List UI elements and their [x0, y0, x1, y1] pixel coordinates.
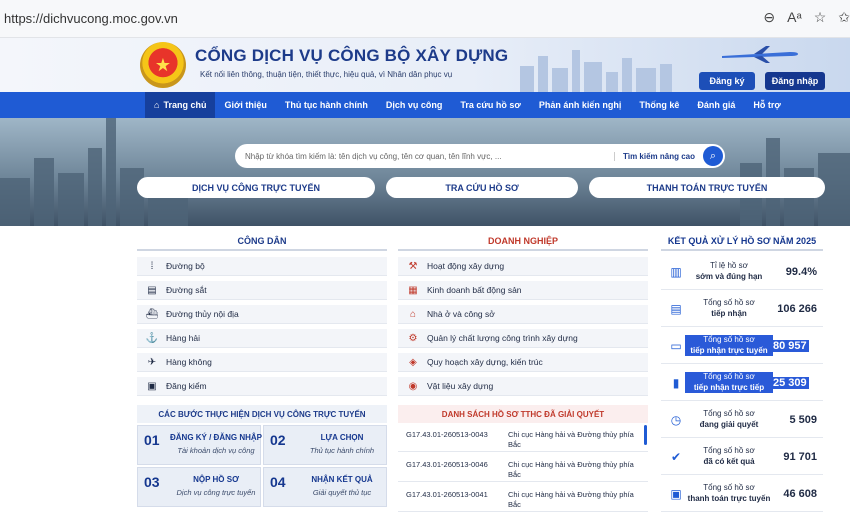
steps-heading: CÁC BƯỚC THỰC HIỆN DỊCH VỤ CÔNG TRỰC TUY…: [137, 405, 387, 423]
stat-completed: ✔ Tổng số hồ sơ đã có kết quả 91 701: [661, 439, 823, 475]
materials-icon: ◉: [408, 380, 418, 392]
nav-item-lookup[interactable]: Tra cứu hồ sơ: [451, 92, 529, 118]
url-text[interactable]: https://dichvucong.moc.gov.vn: [0, 11, 178, 26]
nav-item-support[interactable]: Hỗ trợ: [744, 92, 789, 118]
site-header: ★ CỔNG DỊCH VỤ CÔNG BỘ XÂY DỰNG Kết nối …: [0, 38, 850, 92]
home-icon: ⌂: [154, 100, 160, 110]
citizen-item-road[interactable]: ⁞ Đường bộ: [137, 257, 387, 276]
favorites-bar-icon[interactable]: ✩: [838, 9, 850, 26]
business-item-materials[interactable]: ◉ Vật liệu xây dựng: [398, 377, 648, 396]
direct-icon: ▮: [672, 375, 680, 390]
train-icon: ▤: [147, 284, 157, 296]
clock-icon: ◷: [670, 412, 682, 427]
read-aloud-icon[interactable]: Aᵃ: [787, 9, 802, 26]
business-item-construction[interactable]: ⚒ Hoạt động xây dựng: [398, 257, 648, 276]
business-item-planning[interactable]: ◈ Quy hoạch xây dựng, kiến trúc: [398, 353, 648, 372]
resolved-row[interactable]: G17.43.01-260513-0041 Chi cục Hàng hải và…: [398, 485, 648, 512]
business-item-housing[interactable]: ⌂ Nhà ở và công sở: [398, 305, 648, 324]
citizen-item-maritime[interactable]: ⚓ Hàng hải: [137, 329, 387, 348]
payment-icon: ▣: [670, 486, 682, 501]
crane-icon: ⚒: [408, 260, 418, 272]
citizen-item-inspection[interactable]: ▣ Đăng kiểm: [137, 377, 387, 396]
city-background: [0, 118, 850, 226]
resolved-heading: DANH SÁCH HỒ SƠ TTHC ĐÃ GIẢI QUYẾT: [398, 405, 648, 423]
stat-received: ▤ Tổng số hồ sơ tiếp nhận 106 266: [661, 291, 823, 327]
step-submit[interactable]: 03 NỘP HỒ SƠ Dịch vụ công trực tuyến: [137, 467, 261, 507]
building-icon: ▦: [408, 284, 418, 296]
browser-url-bar[interactable]: https://dichvucong.moc.gov.vn ⊖ Aᵃ ☆ ✩: [0, 0, 850, 38]
stat-received-online: ▭ Tổng số hồ sơ tiếp nhận trực tuyến 80 957: [661, 328, 823, 364]
main-nav: ⌂ Trang chủ Giới thiệu Thủ tục hành chính…: [0, 92, 850, 118]
hammer-icon: ⚙: [408, 332, 418, 344]
online-services-button[interactable]: DỊCH VỤ CÔNG TRỰC TUYẾN: [137, 177, 375, 198]
online-icon: ▭: [670, 338, 682, 353]
advanced-search-link[interactable]: Tìm kiếm nâng cao: [613, 151, 703, 161]
bar-chart-icon: ▥: [670, 264, 682, 279]
stat-on-time-rate: ▥ Tỉ lệ hồ sơ sớm và đúng hạn 99.4%: [661, 254, 823, 290]
online-payment-button[interactable]: THANH TOÁN TRỰC TUYẾN: [589, 177, 825, 198]
national-emblem-icon: ★: [140, 42, 186, 88]
nav-item-home[interactable]: ⌂ Trang chủ: [145, 92, 216, 118]
business-heading: DOANH NGHIỆP: [398, 233, 648, 251]
nav-item-procedures[interactable]: Thủ tục hành chính: [276, 92, 377, 118]
clipboard-icon: ▣: [147, 380, 157, 392]
resolved-row[interactable]: G17.43.01-260513-0043 Chi cục Hàng hải và…: [398, 425, 648, 452]
lookup-records-button[interactable]: TRA CỨU HỒ SƠ: [386, 177, 578, 198]
nav-item-statistics[interactable]: Thống kê: [630, 92, 688, 118]
road-icon: ⁞: [150, 260, 154, 272]
step-receive[interactable]: 04 NHẬN KẾT QUẢ Giải quyết thủ tục: [263, 467, 387, 507]
check-icon: ✔: [670, 449, 682, 464]
citizen-item-aviation[interactable]: ✈ Hàng không: [137, 353, 387, 372]
plane-icon: ✈: [147, 356, 157, 368]
search-bar: Nhập từ khóa tìm kiếm là: tên dịch vụ cô…: [235, 144, 725, 168]
airplane-icon: [722, 46, 798, 63]
anchor-icon: ⚓: [145, 332, 159, 344]
site-subtitle: Kết nối liên thông, thuận tiện, thiết th…: [200, 70, 453, 79]
document-icon: ▤: [670, 301, 682, 316]
site-title: CỔNG DỊCH VỤ CÔNG BỘ XÂY DỰNG: [195, 46, 509, 65]
stat-processing: ◷ Tổng số hồ sơ đang giải quyết 5 509: [661, 402, 823, 438]
boat-icon: ⛴: [145, 308, 159, 320]
search-input[interactable]: Nhập từ khóa tìm kiếm là: tên dịch vụ cô…: [235, 152, 614, 161]
browser-tools: ⊖ Aᵃ ☆ ✩: [763, 9, 850, 26]
citizen-heading: CÔNG DÂN: [137, 233, 387, 251]
stat-received-direct: ▮ Tổng số hồ sơ tiếp nhận trực tiếp 25 309: [661, 365, 823, 401]
favorite-icon[interactable]: ☆: [814, 9, 827, 26]
step-select[interactable]: 02 LỰA CHỌN Thủ tục hành chính: [263, 425, 387, 465]
business-item-quality[interactable]: ⚙ Quản lý chất lượng công trình xây dựng: [398, 329, 648, 348]
zoom-icon[interactable]: ⊖: [763, 9, 775, 26]
blueprint-icon: ◈: [409, 356, 417, 368]
citizen-item-rail[interactable]: ▤ Đường sắt: [137, 281, 387, 300]
register-button[interactable]: Đăng ký: [699, 72, 755, 90]
search-icon[interactable]: ⌕: [703, 146, 723, 166]
step-register[interactable]: 01 ĐĂNG KÝ / ĐĂNG NHẬP Tài khoản dịch vụ c…: [137, 425, 262, 465]
nav-item-feedback[interactable]: Phản ánh kiến nghị: [530, 92, 631, 118]
nav-item-public-services[interactable]: Dịch vụ công: [377, 92, 452, 118]
nav-item-about[interactable]: Giới thiệu: [215, 92, 275, 118]
citizen-item-inland-waterway[interactable]: ⛴ Đường thủy nội địa: [137, 305, 387, 324]
house-icon: ⌂: [409, 308, 417, 320]
stats-heading: KẾT QUẢ XỬ LÝ HỒ SƠ NĂM 2025: [661, 233, 823, 251]
stat-online-payment: ▣ Tổng số hồ sơ thanh toán trực tuyến 46 60…: [661, 476, 823, 512]
nav-item-rating[interactable]: Đánh giá: [688, 92, 744, 118]
resolved-row[interactable]: G17.43.01-260513-0046 Chi cục Hàng hải và…: [398, 455, 648, 482]
hero-banner: Nhập từ khóa tìm kiếm là: tên dịch vụ cô…: [0, 118, 850, 226]
login-button[interactable]: Đăng nhập: [765, 72, 825, 90]
resolved-scrollbar[interactable]: [644, 425, 647, 445]
business-item-real-estate[interactable]: ▦ Kinh doanh bất động sản: [398, 281, 648, 300]
